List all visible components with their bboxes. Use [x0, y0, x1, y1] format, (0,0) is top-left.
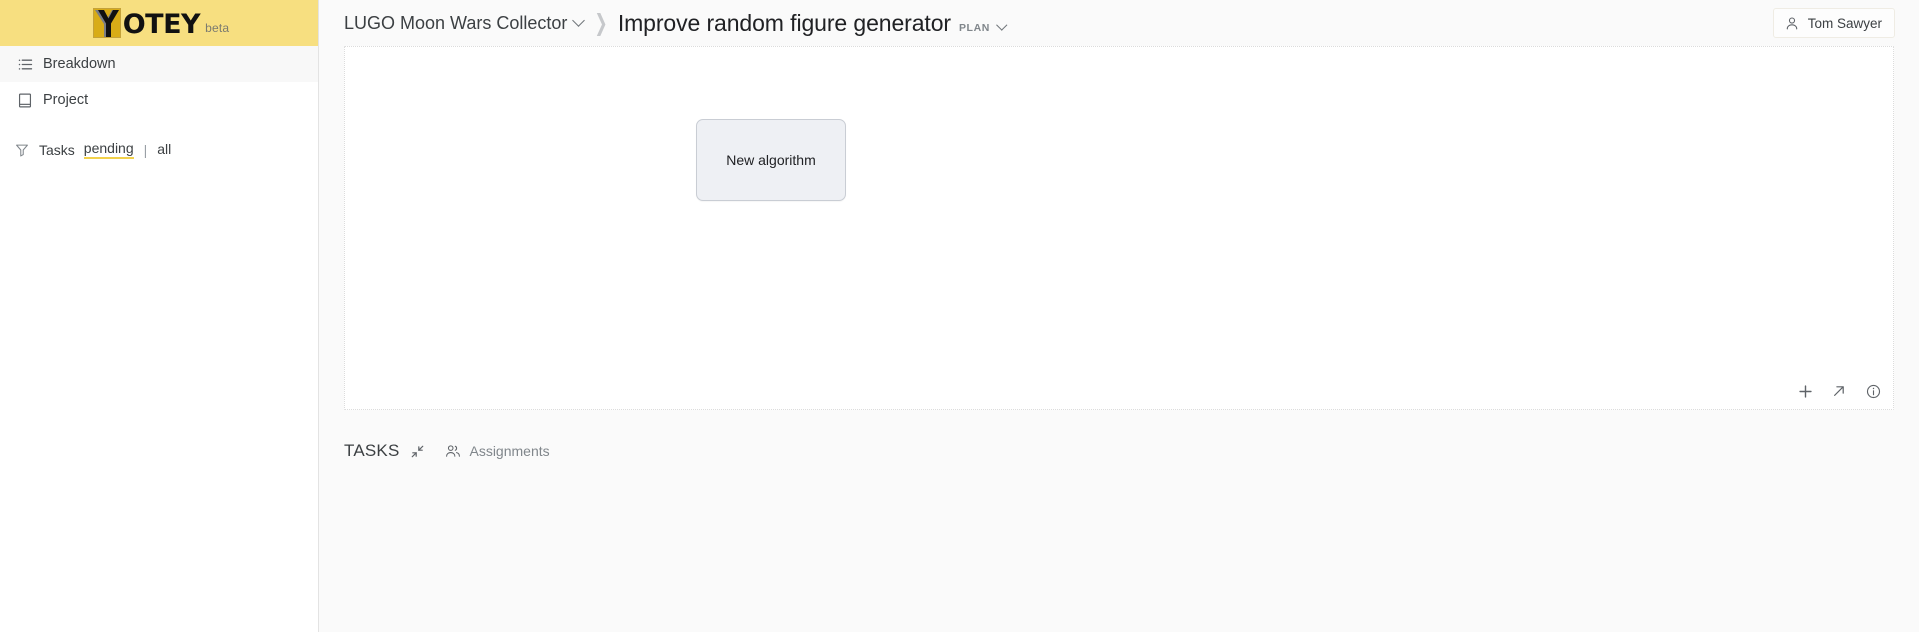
sidebar-item-label: Project: [43, 92, 89, 108]
tasks-title: TASKS: [344, 441, 400, 460]
page-title[interactable]: Improve random figure generator: [618, 10, 951, 37]
node-card-label: New algorithm: [726, 152, 816, 168]
info-circle-icon[interactable]: [1863, 381, 1883, 401]
user-name: Tom Sawyer: [1807, 15, 1882, 31]
breadcrumb-project[interactable]: LUGO Moon Wars Collector: [344, 12, 586, 34]
assignments-label: Assignments: [469, 443, 550, 459]
chevron-down-icon[interactable]: [572, 13, 586, 27]
list-icon: [17, 56, 33, 72]
plus-icon[interactable]: [1795, 381, 1815, 401]
brand-bar: OTEY beta: [0, 0, 318, 46]
users-icon: [444, 443, 461, 460]
tasks-filter-label: Tasks: [39, 141, 75, 158]
book-icon: [17, 92, 33, 108]
breadcrumb-project-label: LUGO Moon Wars Collector: [344, 12, 568, 33]
tasks-list: [319, 463, 1919, 632]
collapse-icon[interactable]: [408, 442, 426, 460]
filter-option-all[interactable]: all: [157, 141, 171, 158]
status-badge: PLAN: [958, 21, 990, 34]
sidebar-item-label: Breakdown: [43, 56, 116, 72]
arrow-up-right-icon[interactable]: [1829, 381, 1849, 401]
canvas-toolbar: [1795, 381, 1883, 401]
sidebar-nav: Breakdown Project: [0, 46, 318, 118]
sidebar-item-breakdown[interactable]: Breakdown: [0, 46, 318, 82]
filter-separator: |: [143, 141, 148, 158]
filter-option-pending[interactable]: pending: [83, 140, 134, 159]
chevron-down-icon[interactable]: [996, 19, 1007, 31]
assignments-button[interactable]: Assignments: [444, 443, 550, 460]
yotey-y-logo-icon: [92, 8, 121, 38]
tasks-filter: Tasks pending | all: [0, 140, 318, 159]
breadcrumb-task: Improve random figure generator PLAN: [618, 10, 1007, 37]
breadcrumb-separator: ❯: [594, 11, 608, 37]
sidebar-item-project[interactable]: Project: [0, 82, 318, 118]
logo-wordmark: OTEY: [122, 9, 201, 40]
main-area: LUGO Moon Wars Collector ❯ Improve rando…: [319, 0, 1919, 632]
canvas-area: New algorithm: [319, 46, 1919, 410]
user-icon: [1784, 15, 1800, 31]
breakdown-canvas[interactable]: New algorithm: [344, 46, 1894, 410]
beta-badge: beta: [205, 21, 230, 35]
app-root: OTEY beta Breakdown Project Tasks pendin…: [0, 0, 1919, 632]
logo[interactable]: OTEY beta: [92, 8, 230, 40]
funnel-icon: [14, 142, 30, 158]
tasks-section-header: TASKS Assignments: [319, 439, 1919, 463]
node-card[interactable]: New algorithm: [696, 119, 846, 201]
sidebar: OTEY beta Breakdown Project Tasks pendin…: [0, 0, 319, 632]
topbar: LUGO Moon Wars Collector ❯ Improve rando…: [319, 0, 1919, 46]
user-menu-button[interactable]: Tom Sawyer: [1772, 8, 1895, 38]
